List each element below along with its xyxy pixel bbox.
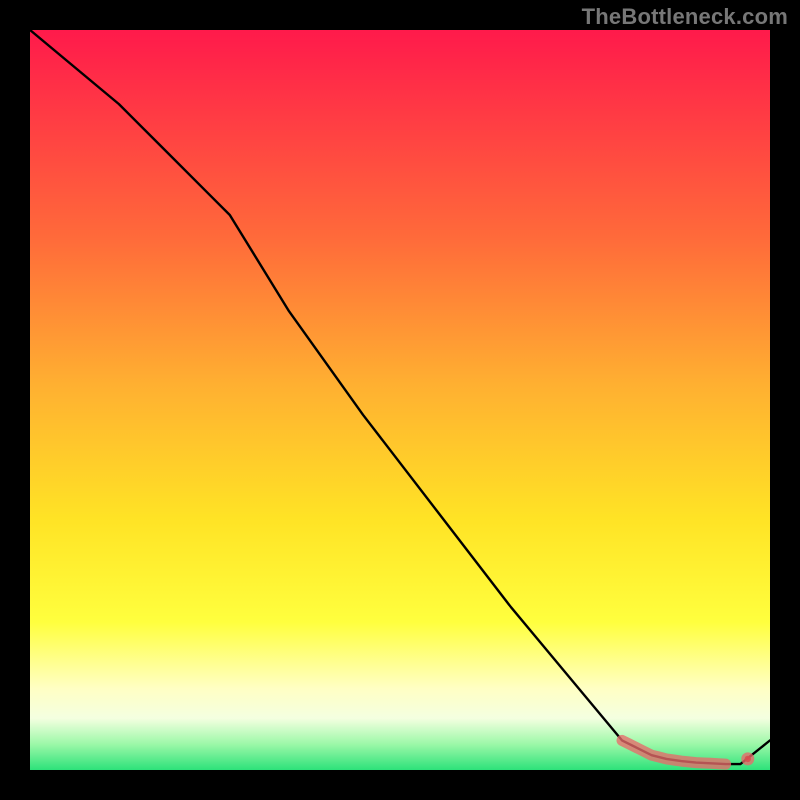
- highlight-point-inner: [745, 756, 751, 762]
- attribution-label: TheBottleneck.com: [582, 4, 788, 30]
- plot-area: [30, 30, 770, 770]
- curve-svg: [30, 30, 770, 770]
- bottleneck-curve-line: [30, 30, 770, 764]
- chart-frame: TheBottleneck.com: [0, 0, 800, 800]
- highlight-segment: [622, 740, 726, 764]
